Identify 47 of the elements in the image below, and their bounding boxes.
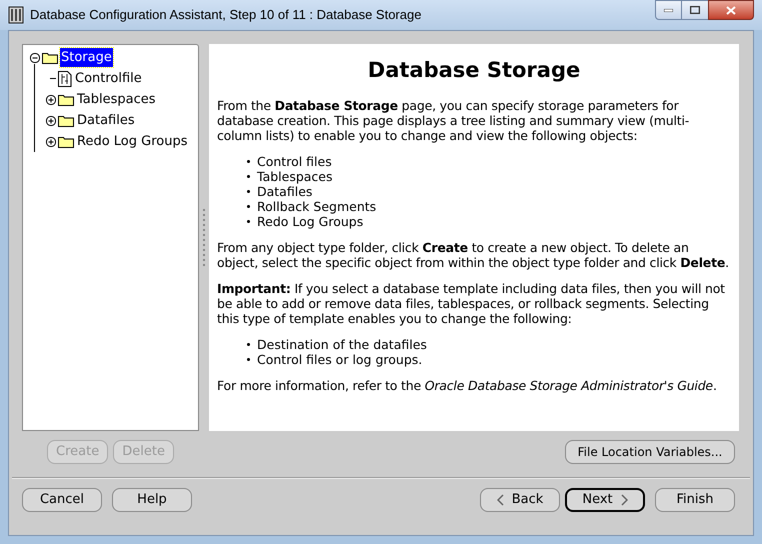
restore-icon bbox=[690, 6, 700, 14]
close-icon bbox=[726, 6, 736, 14]
file-location-variables-button[interactable]: File Location Variables... bbox=[565, 440, 735, 464]
bullet-icon bbox=[247, 220, 250, 223]
folder-icon bbox=[42, 52, 58, 64]
expand-icon[interactable] bbox=[46, 94, 56, 104]
tree-item[interactable]: Controlfile bbox=[74, 68, 143, 88]
minimize-button[interactable] bbox=[655, 0, 682, 20]
help-heading: Database Storage bbox=[366, 57, 582, 84]
bullet-icon bbox=[247, 160, 250, 163]
minimize-icon bbox=[664, 8, 673, 12]
document-icon bbox=[58, 70, 72, 86]
bullet-icon bbox=[247, 343, 250, 346]
expand-icon[interactable] bbox=[46, 136, 56, 146]
bullet-icon bbox=[247, 205, 250, 208]
next-button[interactable]: Next bbox=[565, 488, 645, 512]
list-item: Destination of the datafiles bbox=[257, 337, 427, 352]
bullet-icon bbox=[247, 175, 250, 178]
close-button[interactable] bbox=[708, 0, 754, 20]
cancel-button[interactable]: Cancel bbox=[22, 488, 102, 512]
folder-icon bbox=[58, 136, 74, 148]
folder-icon bbox=[58, 114, 74, 126]
tree-item[interactable]: Storage bbox=[60, 48, 113, 68]
expand-icon[interactable] bbox=[46, 116, 56, 126]
collapse-icon[interactable] bbox=[30, 52, 40, 62]
list-item: Control files bbox=[257, 154, 332, 169]
tree-item[interactable]: Tablespaces bbox=[76, 90, 157, 110]
help-button[interactable]: Help bbox=[112, 488, 192, 512]
maximize-button[interactable] bbox=[682, 0, 708, 20]
database-icon bbox=[8, 6, 24, 24]
folder-icon bbox=[58, 94, 74, 106]
help-paragraph: For more information, refer to the Oracle Database Storage Administrator's Guide. bbox=[217, 378, 718, 393]
bullet-icon bbox=[247, 358, 250, 361]
help-paragraph: From any object type folder, click Create to create a new object. To delete an object, select the specific object from within the object type folder and click Delete. bbox=[217, 240, 730, 270]
list-item: Control files or log groups. bbox=[257, 352, 422, 367]
window-title: Database Configuration Assistant, Step 10 of 11 : Database Storage bbox=[30, 6, 422, 24]
finish-button[interactable]: Finish bbox=[655, 488, 735, 512]
help-paragraph: Important: If you select a database template including data files, then you will not be able to add or remove data files, tablespaces, or rollback segments. Selecting this type of template enables you to change the following: bbox=[217, 281, 726, 326]
tree-item[interactable]: Redo Log Groups bbox=[76, 132, 188, 152]
bullet-icon bbox=[247, 190, 250, 193]
help-paragraph: From the Database Storage page, you can specify storage parameters for database creation. This page displays a tree listing and summary view (multi-column lists) to enable you to change and view the following objects: bbox=[217, 98, 690, 143]
list-item: Datafiles bbox=[257, 184, 312, 199]
list-item: Rollback Segments bbox=[257, 199, 376, 214]
tree-item[interactable]: Datafiles bbox=[76, 110, 136, 130]
back-button[interactable]: Back bbox=[480, 488, 560, 512]
list-item: Tablespaces bbox=[257, 169, 333, 184]
list-item: Redo Log Groups bbox=[257, 214, 364, 229]
